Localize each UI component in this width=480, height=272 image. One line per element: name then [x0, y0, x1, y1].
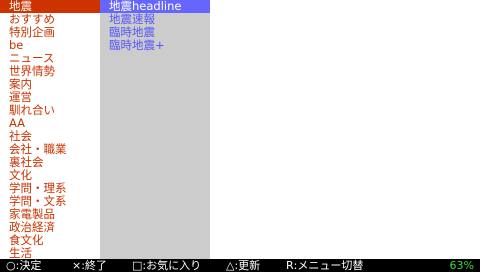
category-item[interactable]: 学問・文系	[0, 195, 100, 208]
category-item[interactable]: 食文化	[0, 234, 100, 247]
category-item[interactable]: 生活	[0, 247, 100, 259]
hint-favorites: □:お気に入り	[132, 259, 202, 272]
hint-refresh: △:更新	[226, 259, 261, 272]
cross-button-icon: ×	[72, 259, 82, 272]
category-item[interactable]: 家電製品	[0, 208, 100, 221]
square-button-icon: □	[132, 259, 143, 272]
r-button-icon: R	[286, 259, 294, 272]
hint-exit: ×:終了	[72, 259, 107, 272]
category-item[interactable]: 地震	[0, 0, 100, 13]
category-item[interactable]: 特別企画	[0, 26, 100, 39]
circle-button-icon: ○	[6, 259, 16, 272]
hint-decide: ○:決定	[6, 259, 42, 272]
category-item[interactable]: 裏社会	[0, 156, 100, 169]
board-category-list: 地震 おすすめ 特別企画 be ニュース 世界情勢 案内 運営 馴れ合い AA 社会 会社・職業 裏社会…	[0, 0, 100, 259]
battery-level: 63%	[449, 259, 474, 272]
category-item[interactable]: 会社・職業	[0, 143, 100, 156]
category-item[interactable]: be	[0, 39, 100, 52]
board-item[interactable]: 臨時地震	[100, 26, 210, 39]
category-item[interactable]: 運営	[0, 91, 100, 104]
board-item[interactable]: 臨時地震+	[100, 39, 210, 52]
board-item[interactable]: 地震速報	[100, 13, 210, 26]
board-item[interactable]: 地震headline	[100, 0, 210, 13]
category-item[interactable]: おすすめ	[0, 13, 100, 26]
category-item[interactable]: 社会	[0, 130, 100, 143]
hint-menu-switch: R:メニュー切替	[286, 259, 364, 272]
category-item[interactable]: 案内	[0, 78, 100, 91]
category-item[interactable]: 世界情勢	[0, 65, 100, 78]
category-item[interactable]: ニュース	[0, 52, 100, 65]
board-list: 地震headline 地震速報 臨時地震 臨時地震+	[100, 0, 210, 259]
category-item[interactable]: 馴れ合い	[0, 104, 100, 117]
category-item[interactable]: 政治経済	[0, 221, 100, 234]
status-bar: ○:決定 ×:終了 □:お気に入り △:更新 R:メニュー切替 63%	[0, 259, 480, 272]
category-item[interactable]: AA	[0, 117, 100, 130]
category-item[interactable]: 学問・理系	[0, 182, 100, 195]
category-item[interactable]: 文化	[0, 169, 100, 182]
